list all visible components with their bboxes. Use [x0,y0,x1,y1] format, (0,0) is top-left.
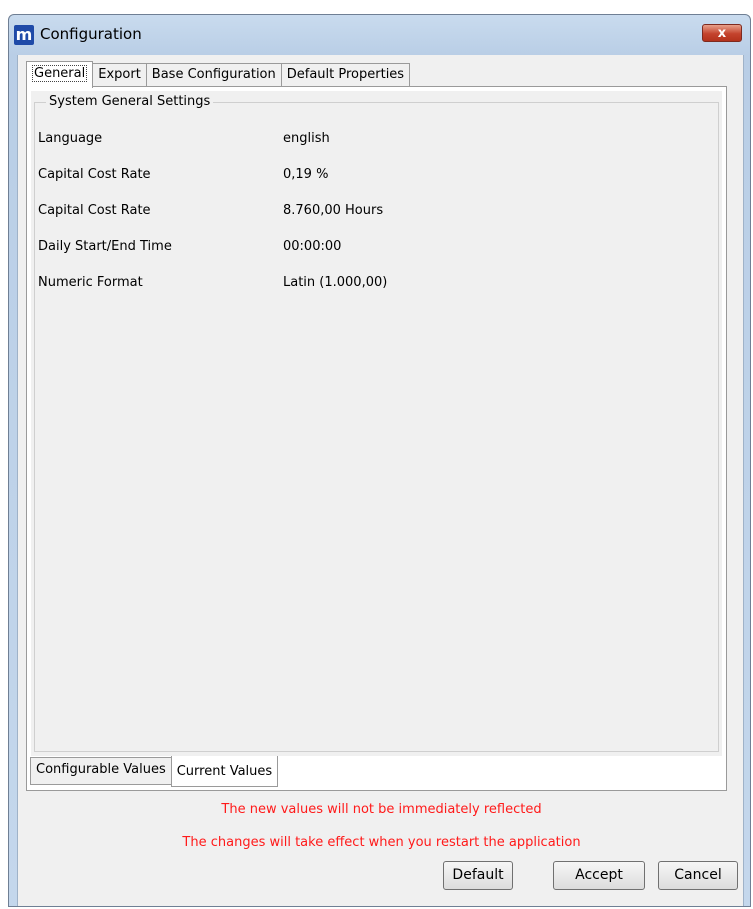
setting-label: Capital Cost Rate [38,203,151,218]
tab-panel-general: System General Settings Language english… [26,86,727,791]
setting-label: Capital Cost Rate [38,167,151,182]
dialog-body: General Export Base Configuration Defaul… [17,55,744,906]
default-button[interactable]: Default [443,861,513,890]
tab-general[interactable]: General [26,61,94,88]
app-logo-icon: m [14,25,34,45]
title-bar[interactable]: m Configuration x [9,15,750,55]
setting-value: Latin (1.000,00) [283,275,388,290]
tab-strip: General Export Base Configuration Defaul… [26,61,411,88]
setting-value: 00:00:00 [283,239,342,254]
configuration-dialog: m Configuration x General Export Base Co… [8,14,751,907]
tab-export[interactable]: Export [92,63,147,87]
notice-restart-required: The changes will take effect when you re… [182,835,581,850]
tab-current-values[interactable]: Current Values [170,756,279,787]
setting-label: Numeric Format [38,275,143,290]
system-general-settings-group: System General Settings Language english… [34,94,719,752]
window-title: Configuration [40,25,142,43]
cancel-button[interactable]: Cancel [658,861,738,890]
setting-label: Language [38,131,103,146]
settings-area: System General Settings Language english… [31,91,722,756]
values-tab-strip: Configurable Values Current Values [30,756,279,788]
tab-default-properties[interactable]: Default Properties [280,63,411,87]
group-title: System General Settings [46,94,214,109]
setting-value: 8.760,00 Hours [283,203,384,218]
setting-label: Daily Start/End Time [38,239,172,254]
setting-value: english [283,131,330,146]
tab-base-configuration[interactable]: Base Configuration [145,63,282,87]
notice-not-reflected: The new values will not be immediately r… [221,802,542,817]
accept-button[interactable]: Accept [553,861,645,890]
setting-value: 0,19 % [283,167,329,182]
tab-configurable-values[interactable]: Configurable Values [30,757,172,785]
close-button[interactable]: x [702,24,742,42]
